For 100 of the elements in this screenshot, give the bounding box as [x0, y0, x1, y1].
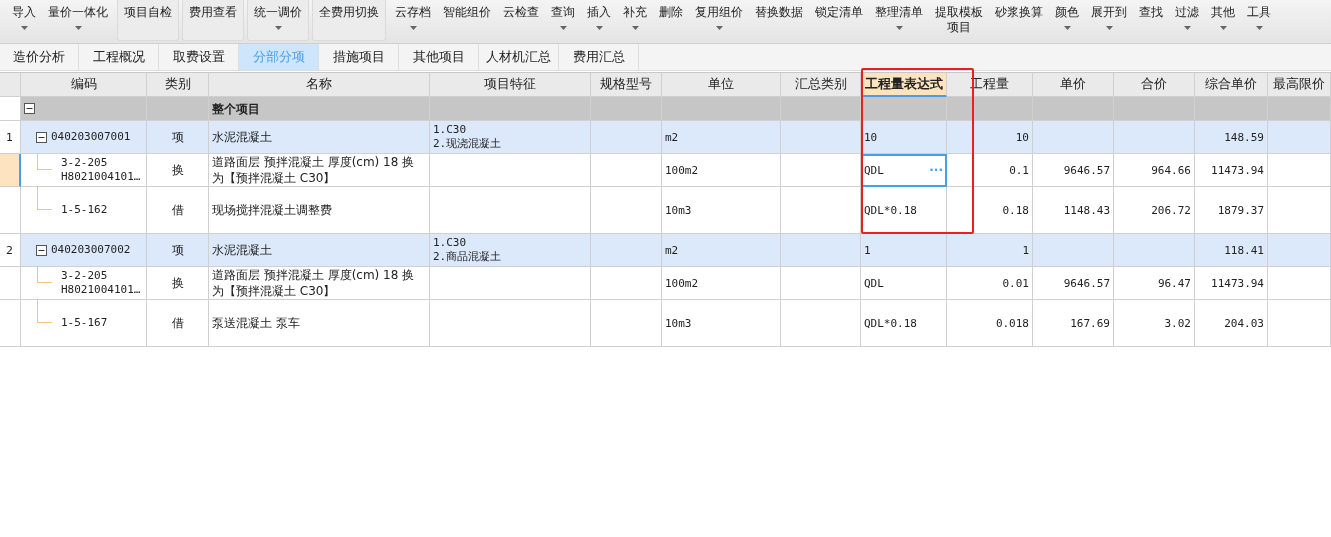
toolbar-button[interactable]: 导入 — [6, 0, 42, 40]
toolbar-button[interactable]: 颜色 — [1049, 0, 1085, 40]
tab[interactable]: 费用汇总 — [559, 44, 639, 70]
code-text: 1-5-167 — [61, 316, 108, 330]
table-cell: 100m2 — [662, 267, 781, 300]
table-cell: 道路面层 预拌混凝土 厚度(cm) 18 换为【预拌混凝土 C30】 — [209, 267, 430, 300]
table-cell: 项 — [147, 121, 209, 154]
table-cell: 泵送混凝土 泵车 — [209, 300, 430, 347]
row-header[interactable]: 1 — [0, 121, 21, 154]
caret-icon — [1105, 26, 1113, 30]
toolbar-button[interactable]: 复用组价 — [689, 0, 749, 40]
table-cell: m2 — [662, 234, 781, 267]
collapse-icon[interactable] — [36, 131, 47, 143]
table-cell — [591, 97, 662, 121]
caret-icon — [274, 26, 282, 30]
caret-icon — [715, 26, 723, 30]
toolbar-button[interactable]: 过滤 — [1169, 0, 1205, 40]
tab[interactable]: 其他项目 — [399, 44, 479, 70]
table-cell: 96.47 — [1114, 267, 1195, 300]
table-cell: 水泥混凝土 — [209, 121, 430, 154]
table-cell: 1.C30 2.现浇混凝土 — [430, 121, 591, 154]
table-cell: 10 — [861, 121, 947, 154]
toolbar-button[interactable]: 整理清单 — [869, 0, 929, 40]
table-cell: QDL*0.18 — [861, 300, 947, 347]
toolbar-button[interactable]: 替换数据 — [749, 0, 809, 40]
table-cell: 10 — [947, 121, 1033, 154]
row-header[interactable] — [0, 300, 21, 347]
toolbar-button[interactable]: 提取模板 项目 — [929, 0, 989, 40]
toolbar-button[interactable]: 展开到 — [1085, 0, 1133, 40]
row-header[interactable] — [0, 267, 21, 300]
toolbar-button[interactable]: 费用查看 — [183, 0, 243, 40]
row-header[interactable] — [0, 187, 21, 234]
table-cell: 9646.57 — [1033, 267, 1114, 300]
caret-icon — [895, 26, 903, 30]
table-cell: 道路面层 预拌混凝土 厚度(cm) 18 换为【预拌混凝土 C30】 — [209, 154, 430, 187]
tab[interactable]: 人材机汇总 — [479, 44, 559, 70]
table-cell: 项 — [147, 234, 209, 267]
table-cell: 3.02 — [1114, 300, 1195, 347]
row-header[interactable] — [0, 154, 21, 187]
table-cell: 11473.94 — [1195, 267, 1268, 300]
table-cell: m2 — [662, 121, 781, 154]
toolbar-button[interactable]: 砂浆换算 — [989, 0, 1049, 40]
table-cell: QDL — [861, 267, 947, 300]
table-cell: 换 — [147, 154, 209, 187]
toolbar-button[interactable]: 智能组价 — [437, 0, 497, 40]
toolbar-button[interactable]: 查询 — [545, 0, 581, 40]
caret-icon — [409, 26, 417, 30]
tab[interactable]: 措施项目 — [319, 44, 399, 70]
column-header[interactable]: 工程量表达式 — [861, 73, 947, 97]
table-cell — [591, 121, 662, 154]
table-cell: 148.59 — [1195, 121, 1268, 154]
table-cell: 100m2 — [662, 154, 781, 187]
toolbar-button[interactable]: 删除 — [653, 0, 689, 40]
caret-icon — [20, 26, 28, 30]
code-text: 3-2-205 H8021004101… — [61, 156, 141, 184]
tab[interactable]: 工程概况 — [79, 44, 159, 70]
toolbar-button[interactable]: 插入 — [581, 0, 617, 40]
collapse-icon[interactable] — [36, 244, 47, 256]
toolbar-button[interactable]: 云检查 — [497, 0, 545, 40]
tree-line — [37, 266, 52, 283]
toolbar-button[interactable]: 补充 — [617, 0, 653, 40]
table-cell: 1.C30 2.商品混凝土 — [430, 234, 591, 267]
toolbar-button[interactable]: 量价一体化 — [42, 0, 114, 40]
caret-icon — [1183, 26, 1191, 30]
table-cell — [1268, 234, 1331, 267]
toolbar-button[interactable]: 其他 — [1205, 0, 1241, 40]
tab[interactable]: 造价分析 — [0, 44, 79, 70]
expression-field[interactable]: QDL ··· — [861, 154, 947, 187]
toolbar-button[interactable]: 云存档 — [389, 0, 437, 40]
collapse-icon[interactable] — [24, 103, 35, 114]
toolbar-button[interactable]: 全费用切换 — [313, 0, 385, 40]
table-cell: 换 — [147, 267, 209, 300]
code-text: 040203007002 — [51, 243, 131, 257]
caret-icon — [1063, 26, 1071, 30]
toolbar-button[interactable]: 统一调价 — [248, 0, 308, 40]
toolbar-button[interactable]: 项目自检 — [118, 0, 178, 40]
caret-icon — [1255, 26, 1263, 30]
tree-line — [37, 299, 52, 323]
table-cell — [591, 300, 662, 347]
toolbar-button[interactable]: 工具 — [1241, 0, 1277, 40]
code-text: 3-2-205 H8021004101… — [61, 269, 141, 297]
table-cell — [591, 154, 662, 187]
caret-icon — [1219, 26, 1227, 30]
tree-line — [37, 186, 52, 210]
code-text: 040203007001 — [51, 130, 131, 144]
table-cell: 118.41 — [1195, 234, 1268, 267]
table-cell — [1268, 300, 1331, 347]
table-cell: 1 — [861, 234, 947, 267]
caret-icon — [631, 26, 639, 30]
toolbar-button[interactable]: 锁定清单 — [809, 0, 869, 40]
table-cell — [1268, 97, 1331, 121]
table-cell: 10m3 — [662, 300, 781, 347]
tree-line — [37, 153, 52, 170]
table-cell: 9646.57 — [1033, 154, 1114, 187]
table-cell: 整个项目 — [209, 97, 430, 121]
table-cell: 204.03 — [1195, 300, 1268, 347]
row-header[interactable]: 2 — [0, 234, 21, 267]
table-cell: 0.1 — [947, 154, 1033, 187]
table-cell: 0.01 — [947, 267, 1033, 300]
toolbar-button[interactable]: 查找 — [1133, 0, 1169, 40]
